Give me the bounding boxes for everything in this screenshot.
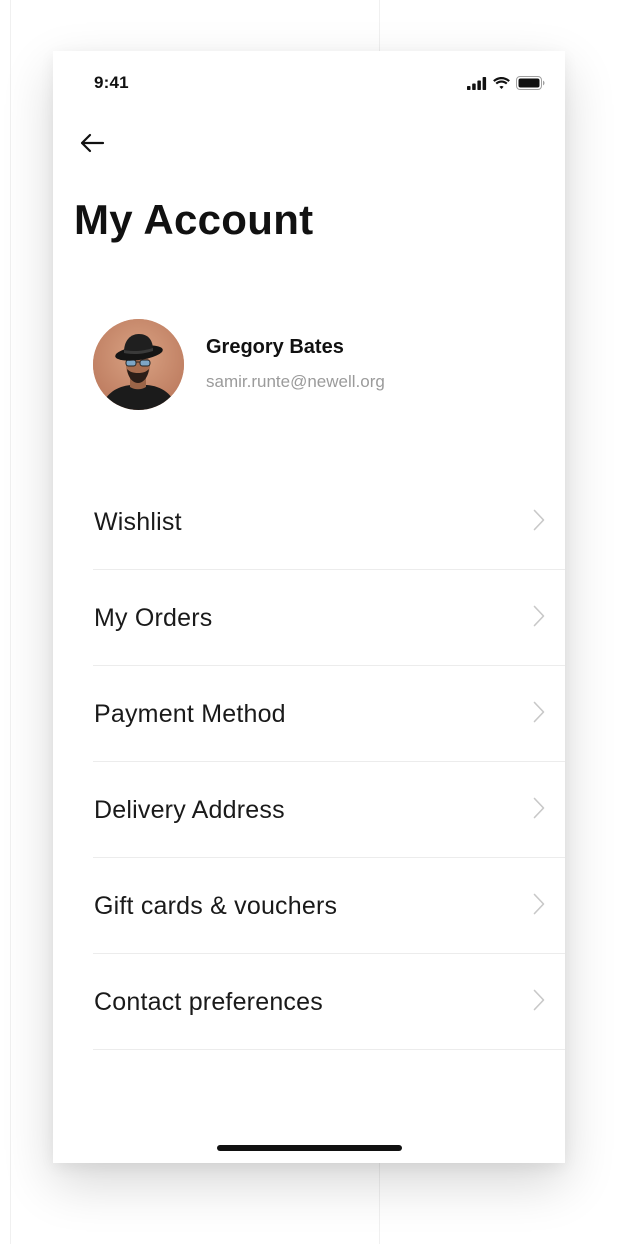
menu-item-gift-cards[interactable]: Gift cards & vouchers [93, 858, 565, 954]
arrow-left-icon [80, 133, 105, 153]
page-title: My Account [74, 196, 314, 243]
profile-card[interactable]: Gregory Bates samir.runte@newell.org [93, 319, 525, 411]
menu-item-label: Contact preferences [94, 988, 323, 1016]
chevron-right-icon [533, 989, 545, 1011]
status-bar: 9:41 [53, 51, 565, 113]
avatar-image [93, 319, 184, 410]
menu-item-my-orders[interactable]: My Orders [93, 570, 565, 666]
chevron-right-icon [533, 509, 545, 531]
menu-item-contact-preferences[interactable]: Contact preferences [93, 954, 565, 1050]
menu-item-wishlist[interactable]: Wishlist [93, 474, 565, 570]
menu-item-label: My Orders [94, 604, 213, 632]
menu-item-label: Delivery Address [94, 796, 285, 824]
home-indicator[interactable] [217, 1145, 402, 1151]
menu-item-label: Gift cards & vouchers [94, 892, 338, 920]
menu-item-label: Wishlist [94, 508, 182, 536]
status-time: 9:41 [94, 73, 129, 92]
battery-icon [516, 76, 545, 90]
chevron-right-icon [533, 893, 545, 915]
avatar[interactable] [93, 319, 184, 410]
menu-item-payment-method[interactable]: Payment Method [93, 666, 565, 762]
menu-item-delivery-address[interactable]: Delivery Address [93, 762, 565, 858]
profile-name: Gregory Bates [206, 336, 344, 358]
status-icons [467, 73, 545, 93]
profile-email: samir.runte@newell.org [206, 372, 385, 391]
chevron-right-icon [533, 605, 545, 627]
menu-item-label: Payment Method [94, 700, 286, 728]
back-button[interactable] [77, 129, 107, 157]
wifi-icon [493, 77, 510, 89]
chevron-right-icon [533, 797, 545, 819]
account-menu: Wishlist My Orders Payment Method Delive… [93, 474, 565, 1050]
background-guide-line [10, 0, 11, 1244]
signal-icon [467, 76, 487, 90]
chevron-right-icon [533, 701, 545, 723]
phone-screen: 9:41 My Account Gregory Bates samir.runt… [53, 51, 565, 1163]
